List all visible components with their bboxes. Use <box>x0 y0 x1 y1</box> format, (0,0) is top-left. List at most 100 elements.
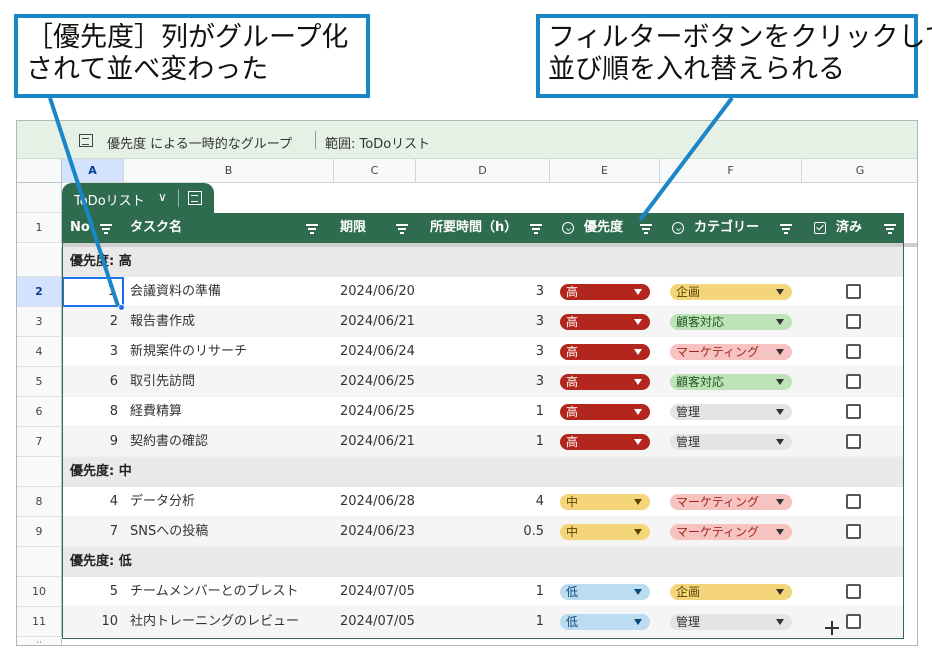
category-chip[interactable]: 顧客対応 <box>670 374 792 390</box>
category-chip[interactable]: 企画 <box>670 584 792 600</box>
priority-chip[interactable]: 高 <box>560 314 650 330</box>
category-chip[interactable]: 管理 <box>670 404 792 420</box>
done-checkbox[interactable] <box>846 614 861 629</box>
table-name-tab[interactable]: ToDoリスト ∨ <box>62 183 214 213</box>
cell-no[interactable]: 1 <box>62 277 124 307</box>
table-row[interactable]: 5 チームメンバーとのブレスト 2024/07/05 1 低 企画 <box>62 577 904 607</box>
dropdown-arrow-icon[interactable] <box>776 499 784 505</box>
cell-time[interactable]: 4 <box>422 487 544 517</box>
fill-handle[interactable] <box>118 304 125 311</box>
cell-time[interactable]: 1 <box>422 607 544 637</box>
dropdown-arrow-icon[interactable] <box>634 379 642 385</box>
table-row[interactable]: 6 取引先訪問 2024/06/25 3 高 顧客対応 <box>62 367 904 397</box>
table-row[interactable]: 4 データ分析 2024/06/28 4 中マーケティング <box>62 487 904 517</box>
dropdown-arrow-icon[interactable] <box>634 319 642 325</box>
cell-due[interactable]: 2024/07/05 <box>340 577 415 607</box>
cell-due[interactable]: 2024/06/25 <box>340 367 415 397</box>
done-checkbox[interactable] <box>846 404 861 419</box>
cell-no[interactable]: 4 <box>62 487 124 517</box>
filter-icon-no[interactable] <box>100 222 112 234</box>
category-chip[interactable]: マーケティング <box>670 344 792 360</box>
dropdown-arrow-icon[interactable] <box>634 349 642 355</box>
cell-task[interactable]: 会議資料の準備 <box>130 277 221 307</box>
cell-task[interactable]: チームメンバーとのブレスト <box>130 577 298 607</box>
cell-no[interactable]: 7 <box>62 517 124 547</box>
row-header-3[interactable]: 3 <box>17 307 62 337</box>
filter-icon-priority[interactable] <box>640 222 652 234</box>
cell-task[interactable]: 社内トレーニングのレビュー <box>130 607 299 637</box>
cell-time[interactable]: 3 <box>422 277 544 307</box>
cell-due[interactable]: 2024/06/28 <box>340 487 415 517</box>
table-row[interactable]: 1 会議資料の準備 2024/06/20 3 高 企画 <box>62 277 904 307</box>
priority-chip[interactable]: 中 <box>560 524 650 540</box>
dropdown-arrow-icon[interactable] <box>776 619 784 625</box>
dropdown-arrow-icon[interactable] <box>776 349 784 355</box>
row-header-4[interactable]: 4 <box>17 337 62 367</box>
priority-chip[interactable]: 高 <box>560 374 650 390</box>
category-chip[interactable]: 顧客対応 <box>670 314 792 330</box>
dropdown-arrow-icon[interactable] <box>634 589 642 595</box>
row-header-7[interactable]: 7 <box>17 427 62 457</box>
row-header-6[interactable]: 6 <box>17 397 62 427</box>
dropdown-arrow-icon[interactable] <box>634 439 642 445</box>
done-checkbox[interactable] <box>846 434 861 449</box>
cell-time[interactable]: 3 <box>422 367 544 397</box>
dropdown-arrow-icon[interactable] <box>634 499 642 505</box>
priority-chip[interactable]: 高 <box>560 434 650 450</box>
cell-time[interactable]: 1 <box>422 427 544 457</box>
category-chip[interactable]: マーケティング <box>670 494 792 510</box>
done-checkbox[interactable] <box>846 524 861 539</box>
done-checkbox[interactable] <box>846 314 861 329</box>
cell-no[interactable]: 8 <box>62 397 124 427</box>
cell-no[interactable]: 9 <box>62 427 124 457</box>
cell-no[interactable]: 10 <box>62 607 124 637</box>
group-view-icon[interactable] <box>188 191 202 205</box>
filter-icon-done[interactable] <box>884 222 896 234</box>
cell-no[interactable]: 6 <box>62 367 124 397</box>
priority-chip[interactable]: 中 <box>560 494 650 510</box>
dropdown-arrow-icon[interactable] <box>634 529 642 535</box>
filter-icon-due[interactable] <box>396 222 408 234</box>
column-header-g[interactable]: G <box>802 159 917 183</box>
cell-time[interactable]: 1 <box>422 397 544 427</box>
cell-task[interactable]: 取引先訪問 <box>130 367 195 397</box>
cell-task[interactable]: データ分析 <box>130 487 195 517</box>
priority-chip[interactable]: 高 <box>560 344 650 360</box>
category-chip[interactable]: 企画 <box>670 284 792 300</box>
row-header-8[interactable]: 8 <box>17 487 62 517</box>
chevron-down-icon[interactable]: ∨ <box>158 190 167 204</box>
category-chip[interactable]: 管理 <box>670 434 792 450</box>
cell-due[interactable]: 2024/06/21 <box>340 427 415 457</box>
row-header-2[interactable]: 2 <box>17 277 62 307</box>
column-header-c[interactable]: C <box>334 159 416 183</box>
priority-chip[interactable]: 高 <box>560 284 650 300</box>
priority-chip[interactable]: 低 <box>560 584 650 600</box>
done-checkbox[interactable] <box>846 494 861 509</box>
table-row[interactable]: 2 報告書作成 2024/06/21 3 高 顧客対応 <box>62 307 904 337</box>
cell-due[interactable]: 2024/06/21 <box>340 307 415 337</box>
cell-due[interactable]: 2024/06/20 <box>340 277 415 307</box>
cell-time[interactable]: 3 <box>422 337 544 367</box>
cell-task[interactable]: 新規案件のリサーチ <box>130 337 247 367</box>
cell-task[interactable]: 契約書の確認 <box>130 427 208 457</box>
done-checkbox[interactable] <box>846 374 861 389</box>
dropdown-arrow-icon[interactable] <box>776 589 784 595</box>
priority-chip[interactable]: 低 <box>560 614 650 630</box>
filter-icon-time[interactable] <box>530 222 542 234</box>
cell-time[interactable]: 1 <box>422 577 544 607</box>
group-header-row[interactable]: 優先度: 高 <box>62 247 904 277</box>
dropdown-arrow-icon[interactable] <box>634 619 642 625</box>
dropdown-arrow-icon[interactable] <box>634 409 642 415</box>
cell-task[interactable]: SNSへの投稿 <box>130 517 208 547</box>
dropdown-arrow-icon[interactable] <box>776 289 784 295</box>
cell-no[interactable]: 5 <box>62 577 124 607</box>
row-header-12[interactable]: ·· <box>17 639 62 645</box>
category-chip[interactable]: 管理 <box>670 614 792 630</box>
group-header-row[interactable]: 優先度: 低 <box>62 547 904 577</box>
cell-time[interactable]: 3 <box>422 307 544 337</box>
dropdown-arrow-icon[interactable] <box>634 289 642 295</box>
dropdown-arrow-icon[interactable] <box>776 439 784 445</box>
cell-due[interactable]: 2024/07/05 <box>340 607 415 637</box>
cell-due[interactable]: 2024/06/25 <box>340 397 415 427</box>
row-header-11[interactable]: 11 <box>17 607 62 637</box>
